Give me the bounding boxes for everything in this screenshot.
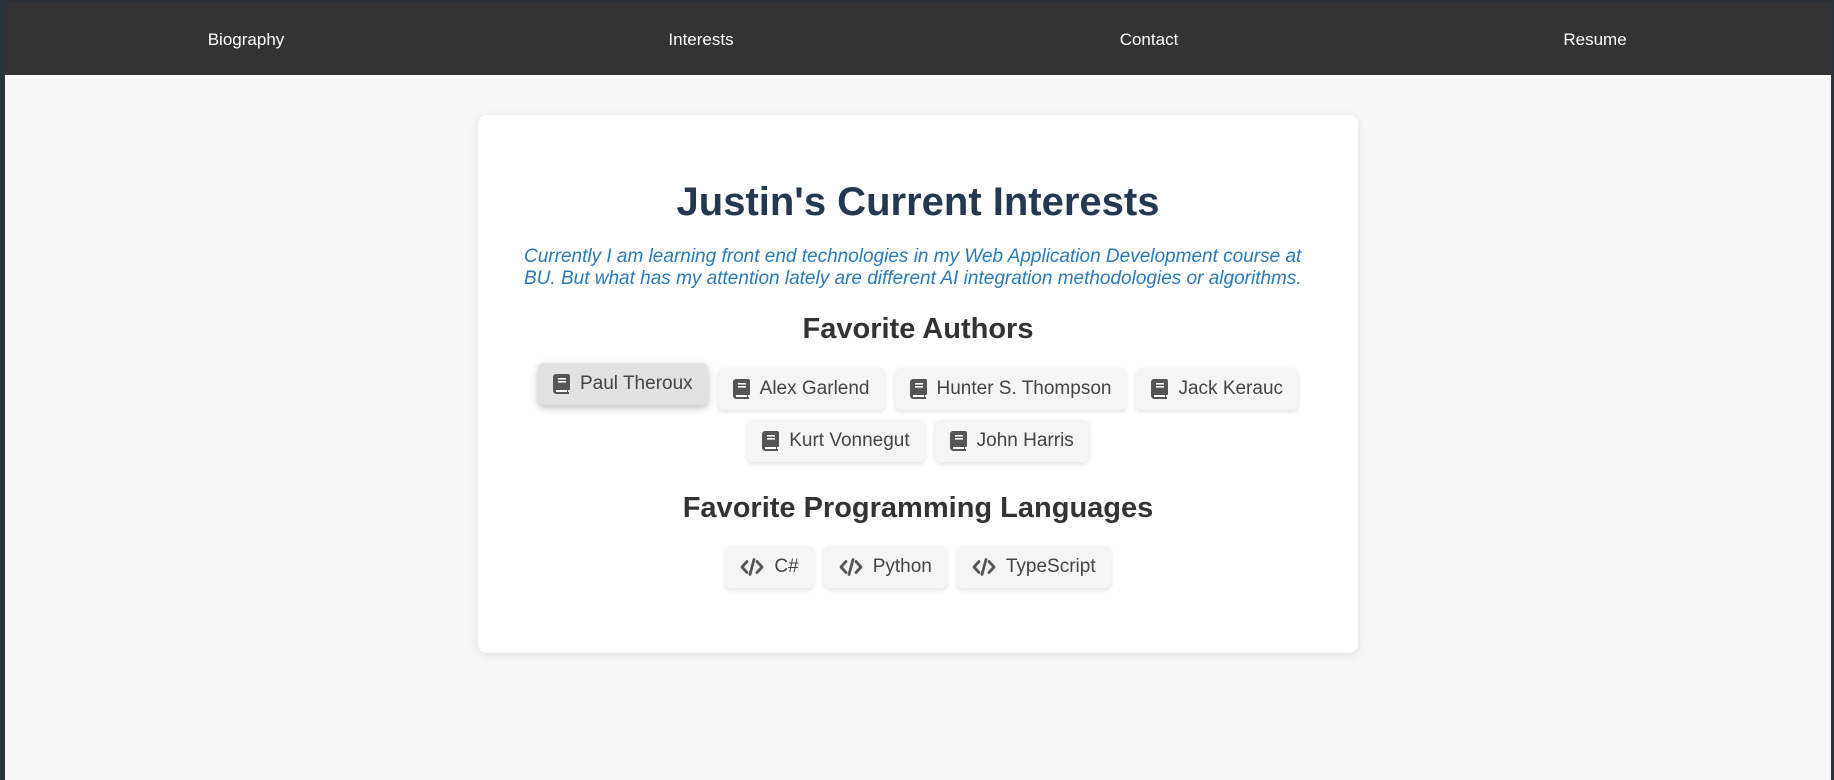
author-chip-hunter-s-thompson[interactable]: Hunter S. Thompson: [894, 368, 1127, 410]
language-chip-csharp[interactable]: C#: [725, 546, 814, 588]
languages-heading: Favorite Programming Languages: [682, 492, 1154, 524]
book-icon: [732, 379, 750, 399]
book-icon: [949, 431, 967, 451]
code-icon: [740, 558, 764, 576]
author-label: Kurt Vonnegut: [789, 430, 910, 451]
book-icon: [1151, 379, 1169, 399]
author-chip-kurt-vonnegut[interactable]: Kurt Vonnegut: [747, 420, 925, 462]
intro-text: Currently I am learning front end techno…: [524, 246, 1302, 289]
language-label: Python: [872, 556, 932, 577]
author-label: Paul Theroux: [579, 373, 693, 394]
code-icon: [839, 558, 863, 576]
page-title: Justin's Current Interests: [676, 180, 1160, 224]
author-label: Alex Garlend: [759, 378, 870, 399]
language-label: C#: [774, 556, 799, 577]
author-label: John Harris: [976, 430, 1074, 451]
author-chip-john-harris[interactable]: John Harris: [934, 420, 1089, 462]
author-chip-paul-theroux[interactable]: Paul Theroux: [537, 363, 708, 405]
nav-link-biography[interactable]: Biography: [208, 2, 285, 77]
navbar: Biography Interests Contact Resume: [5, 0, 1831, 75]
interests-card: Justin's Current Interests Currently I a…: [478, 115, 1358, 653]
authors-row-1: Paul Theroux Alex Garlend Hunter S. Thom…: [478, 363, 1358, 410]
author-label: Hunter S. Thompson: [936, 378, 1112, 399]
author-chip-jack-kerauc[interactable]: Jack Kerauc: [1136, 368, 1299, 410]
author-label: Jack Kerauc: [1178, 378, 1284, 399]
nav-link-interests[interactable]: Interests: [668, 2, 733, 77]
book-icon: [909, 379, 927, 399]
nav-link-contact[interactable]: Contact: [1120, 2, 1179, 77]
authors-heading: Favorite Authors: [802, 313, 1034, 345]
language-chip-python[interactable]: Python: [823, 546, 947, 588]
language-label: TypeScript: [1005, 556, 1096, 577]
book-icon: [762, 431, 780, 451]
code-icon: [972, 558, 996, 576]
window-frame-left: [0, 0, 5, 780]
language-chip-typescript[interactable]: TypeScript: [956, 546, 1111, 588]
languages-row: C# Python TypeScript: [478, 546, 1358, 588]
authors-row-2: Kurt Vonnegut John Harris: [478, 420, 1358, 462]
book-icon: [552, 374, 570, 394]
nav-link-resume[interactable]: Resume: [1563, 2, 1626, 77]
author-chip-alex-garlend[interactable]: Alex Garlend: [717, 368, 885, 410]
